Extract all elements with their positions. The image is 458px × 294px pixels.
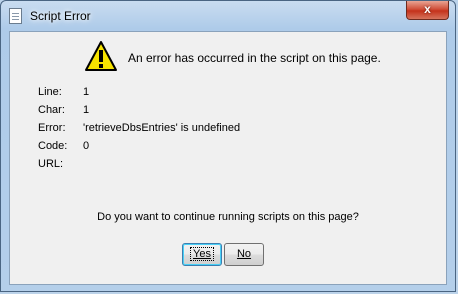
line-value: 1 (83, 86, 90, 98)
title-bar[interactable]: Script Error x (1, 1, 455, 31)
code-value: 0 (83, 140, 90, 152)
error-label: Error: (38, 122, 66, 134)
close-icon: x (424, 2, 431, 16)
error-message: An error has occurred in the script on t… (128, 51, 381, 65)
char-label: Char: (38, 104, 65, 116)
char-value: 1 (83, 104, 90, 116)
no-button-label: No (236, 248, 252, 260)
window-title: Script Error (30, 9, 91, 23)
continue-question: Do you want to continue running scripts … (97, 211, 359, 223)
error-value: 'retrieveDbsEntries' is undefined (83, 122, 241, 134)
yes-button[interactable]: Yes (182, 243, 222, 266)
line-label: Line: (38, 86, 62, 98)
yes-button-label: Yes (190, 247, 214, 261)
close-button[interactable]: x (406, 1, 449, 20)
url-label: URL: (38, 158, 64, 170)
no-button[interactable]: No (224, 243, 264, 266)
document-icon (9, 8, 22, 24)
code-label: Code: (38, 140, 68, 152)
warning-icon (85, 41, 117, 71)
dialog-body: An error has occurred in the script on t… (9, 31, 447, 285)
script-error-window: Script Error x An error has occurred in … (0, 0, 456, 292)
